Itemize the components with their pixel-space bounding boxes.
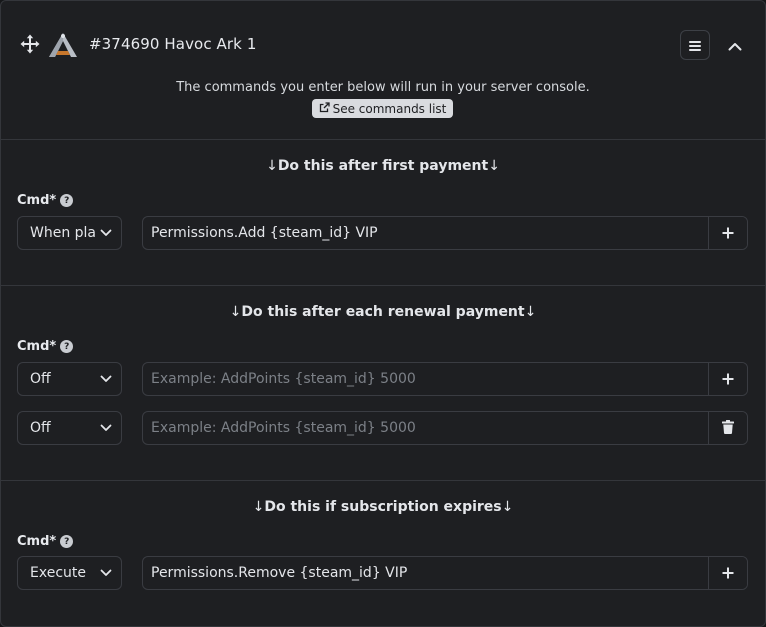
trash-icon [722, 419, 734, 438]
trigger-select-value: Execute [30, 565, 86, 581]
command-input-group [142, 556, 748, 590]
add-command-button[interactable] [708, 557, 747, 589]
section-divider [1, 139, 765, 140]
help-icon[interactable]: ? [60, 340, 74, 353]
see-commands-list-link[interactable]: See commands list [312, 99, 453, 118]
trigger-select[interactable]: Off [17, 411, 122, 445]
hamburger-menu-icon [689, 36, 701, 55]
panel-header: #374690 Havoc Ark 1 [1, 1, 765, 89]
trigger-select[interactable]: When pla [17, 216, 122, 250]
cmd-label-text: Cmd* [17, 193, 57, 208]
server-title: #374690 Havoc Ark 1 [89, 35, 257, 53]
trigger-select-value: Off [30, 371, 51, 387]
trigger-select-value: When pla [30, 225, 97, 241]
menu-button[interactable] [680, 30, 710, 60]
ark-logo-icon [46, 32, 80, 58]
arrow-down-icon: ↓ [229, 304, 242, 320]
help-icon[interactable]: ? [60, 535, 74, 548]
section-heading-renewal-payment: ↓Do this after each renewal payment↓ [1, 304, 765, 320]
section-heading-first-payment: ↓Do this after first payment↓ [1, 158, 765, 174]
cmd-label: Cmd* ? [17, 193, 74, 208]
section-heading-label: Do this after each renewal payment [241, 304, 525, 320]
chevron-down-icon [100, 420, 112, 436]
command-input-group [142, 362, 748, 396]
plus-icon [722, 224, 734, 243]
section-divider [1, 285, 765, 286]
trigger-select[interactable]: Execute [17, 556, 122, 590]
server-commands-panel: #374690 Havoc Ark 1 The commands you ent… [0, 0, 766, 627]
trigger-select-value: Off [30, 420, 51, 436]
chevron-down-icon [100, 565, 112, 581]
command-input[interactable] [143, 363, 708, 395]
console-info-text: The commands you enter below will run in… [176, 80, 590, 95]
collapse-button[interactable] [723, 30, 747, 60]
section-heading-label: Do this if subscription expires [264, 499, 502, 515]
command-input-group [142, 411, 748, 445]
trigger-select[interactable]: Off [17, 362, 122, 396]
chevron-down-icon [100, 225, 112, 241]
section-heading-label: Do this after first payment [277, 158, 489, 174]
plus-icon [722, 564, 734, 583]
arrow-down-icon: ↓ [524, 304, 537, 320]
chevron-down-icon [100, 371, 112, 387]
plus-icon [722, 370, 734, 389]
cmd-label: Cmd* ? [17, 534, 74, 549]
section-heading-subscription-expires: ↓Do this if subscription expires↓ [1, 499, 765, 515]
command-input[interactable] [143, 412, 708, 444]
add-command-button[interactable] [708, 217, 747, 249]
cmd-label: Cmd* ? [17, 339, 74, 354]
arrow-down-icon: ↓ [488, 158, 500, 174]
cmd-label-text: Cmd* [17, 339, 57, 354]
help-icon[interactable]: ? [60, 194, 74, 207]
section-divider [1, 480, 765, 481]
command-input[interactable] [143, 217, 708, 249]
move-icon[interactable] [20, 34, 40, 54]
arrow-down-icon: ↓ [252, 499, 265, 515]
chevron-up-icon [728, 36, 742, 55]
add-command-button[interactable] [708, 363, 747, 395]
arrow-down-icon: ↓ [266, 158, 278, 174]
see-commands-list-label: See commands list [332, 101, 447, 116]
arrow-down-icon: ↓ [501, 499, 514, 515]
cmd-label-text: Cmd* [17, 534, 57, 549]
command-input-group [142, 216, 748, 250]
command-input[interactable] [143, 557, 708, 589]
delete-command-button[interactable] [708, 412, 747, 444]
external-link-icon [319, 101, 330, 116]
